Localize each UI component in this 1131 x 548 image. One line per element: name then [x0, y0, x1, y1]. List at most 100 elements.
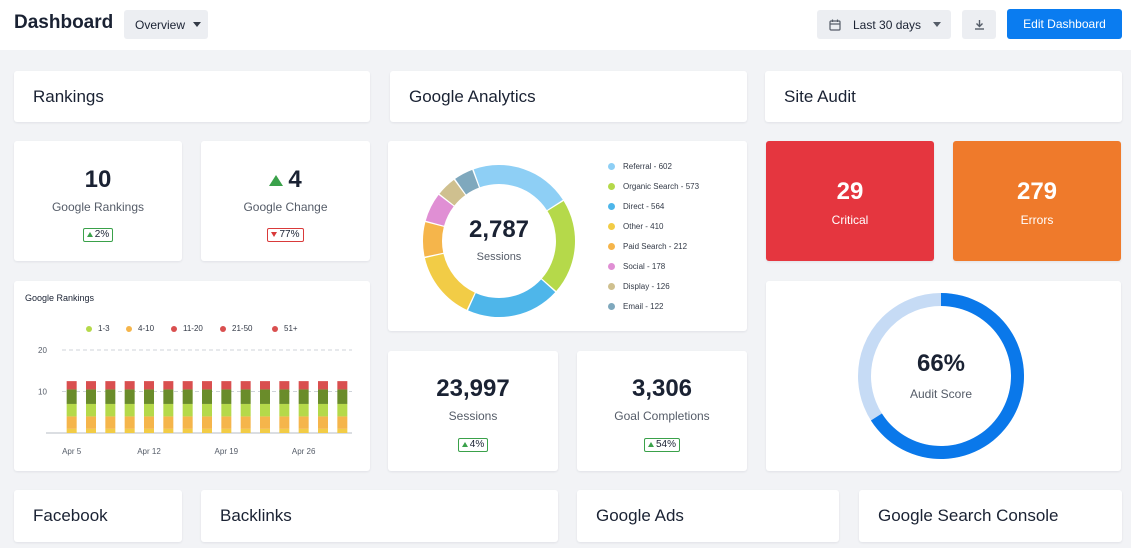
legend-swatch: [608, 183, 615, 190]
bar-segment: [105, 403, 116, 417]
legend-label: Direct - 564: [623, 202, 665, 211]
bar-segment: [182, 416, 193, 429]
legend-swatch: [171, 325, 177, 332]
bar-segment: [221, 381, 232, 390]
bar-segment: [202, 416, 212, 429]
legend-item: Email - 122: [608, 302, 663, 311]
sessions-value: 23,997: [436, 375, 510, 402]
bar-segment: [298, 416, 309, 429]
legend-swatch: [608, 163, 615, 170]
backlinks-header: Backlinks: [201, 490, 558, 542]
bar-segment: [221, 428, 232, 433]
legend-label: Email - 122: [623, 302, 664, 311]
bar-segment: [66, 416, 77, 429]
arrow-up-icon: [647, 442, 654, 447]
bar-segment: [124, 428, 135, 433]
bar-segment: [279, 416, 290, 429]
bar-segment: [105, 428, 116, 433]
bar-segment: [260, 403, 270, 417]
sessions-badge: 4%: [457, 437, 489, 452]
bar-segment: [221, 389, 232, 404]
legend-item: 21-50: [220, 324, 252, 333]
legend-label: Paid Search - 212: [623, 242, 688, 251]
bar-segment: [105, 389, 116, 404]
google-ads-header: Google Ads: [577, 490, 839, 542]
legend-swatch: [608, 263, 615, 270]
bar-segment: [337, 416, 348, 429]
arrow-up-icon: [86, 232, 93, 237]
date-range-select[interactable]: Last 30 days: [817, 10, 951, 39]
sessions-card: 23,997 Sessions 4%: [388, 351, 558, 471]
bar-segment: [124, 389, 135, 404]
bar-segment: [318, 403, 328, 417]
facebook-header: Facebook: [14, 490, 182, 542]
google-change-value: 4: [288, 166, 302, 193]
legend-item: 4-10: [126, 324, 154, 333]
bar-segment: [279, 403, 290, 417]
y-tick-label: 20: [38, 346, 47, 355]
bar-segment: [86, 403, 96, 417]
bar-segment: [86, 381, 96, 390]
bar-segment: [240, 428, 251, 433]
bar-segment: [144, 389, 154, 404]
audit-score-label: Audit Score: [909, 387, 973, 401]
bar-segment: [240, 416, 251, 429]
legend-label: Referral - 602: [623, 162, 672, 171]
goal-completions-badge-value: 54%: [655, 438, 676, 450]
bar-segment: [318, 416, 328, 429]
bar-segment: [182, 389, 193, 404]
bar-segment: [182, 403, 193, 417]
bar-segment: [202, 428, 212, 433]
critical-value: 29: [836, 178, 864, 205]
bar-segment: [86, 389, 96, 404]
legend-label: 51+: [284, 324, 298, 333]
legend-item: Paid Search - 212: [608, 242, 687, 251]
bar-segment: [221, 416, 232, 429]
bar-segment: [202, 389, 212, 404]
google-rankings-badge: 2%: [82, 227, 114, 242]
donut-slice: [541, 201, 575, 292]
legend-swatch: [608, 283, 615, 290]
bar-segment: [163, 389, 174, 404]
bar-segment: [260, 416, 270, 429]
rankings-bar-chart: 10 20 Apr 5 Apr 12 Apr 19 Apr 26: [38, 346, 352, 456]
bar-segment: [337, 381, 348, 390]
errors-label: Errors: [1020, 213, 1054, 227]
legend-swatch: [272, 325, 278, 332]
legend-swatch: [608, 303, 615, 310]
legend-swatch: [126, 325, 132, 332]
bar-segment: [298, 403, 309, 417]
legend-label: Social - 178: [623, 262, 666, 271]
goal-completions-value: 3,306: [631, 375, 693, 402]
view-select[interactable]: Overview: [124, 10, 208, 39]
x-tick-label: Apr 12: [137, 447, 161, 456]
site-audit-title: Site Audit: [784, 86, 856, 106]
legend-label: 11-20: [183, 324, 203, 333]
bar-segment: [202, 381, 212, 390]
errors-card: 279 Errors: [953, 141, 1121, 261]
bar-segment: [298, 389, 309, 404]
arrow-up-icon: [461, 442, 468, 447]
facebook-title: Facebook: [33, 506, 108, 525]
bar-segment: [144, 416, 154, 429]
google-search-console-title: Google Search Console: [878, 506, 1059, 525]
legend-item: Referral - 602: [608, 162, 672, 171]
view-select-label: Overview: [135, 17, 186, 32]
download-button[interactable]: [962, 10, 996, 39]
bar-segment: [163, 428, 174, 433]
bar-segment: [86, 428, 96, 433]
legend-swatch: [608, 243, 615, 250]
chevron-down-icon: [933, 22, 942, 27]
rankings-title: Rankings: [33, 86, 104, 106]
errors-value: 279: [1016, 178, 1058, 205]
bar-segment: [124, 416, 135, 429]
legend-swatch: [608, 203, 615, 210]
edit-dashboard-button[interactable]: Edit Dashboard: [1007, 9, 1122, 39]
bar-segment: [182, 428, 193, 433]
rankings-chart-title: Google Rankings: [25, 293, 95, 303]
legend-label: 1-3: [98, 324, 110, 333]
bar-segment: [66, 428, 77, 433]
bar-segment: [279, 389, 290, 404]
bar-segment: [144, 381, 154, 390]
bar-segment: [66, 381, 77, 390]
